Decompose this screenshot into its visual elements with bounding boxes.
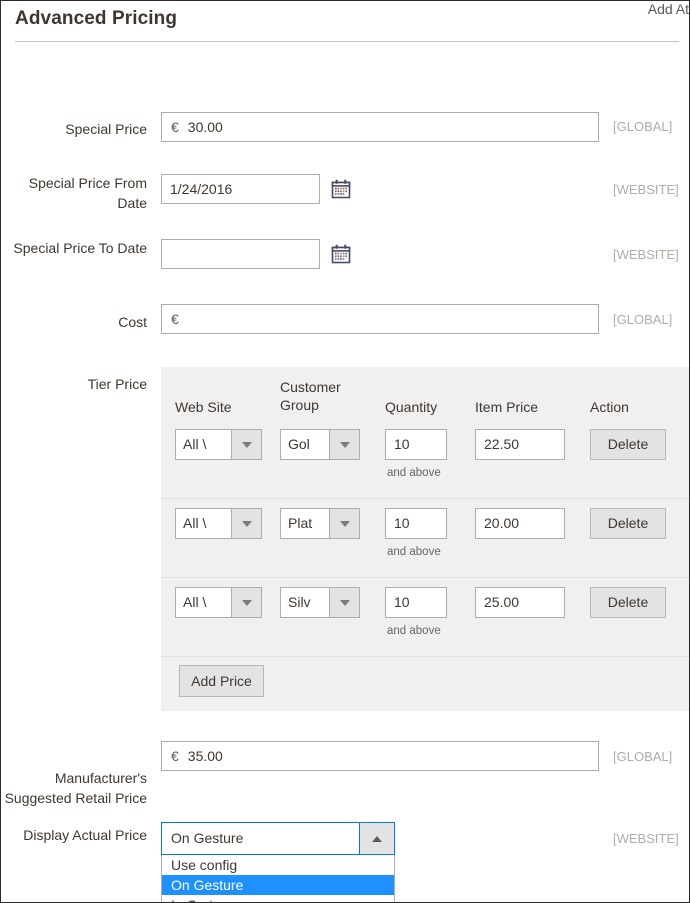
table-row-delete-button[interactable]: Delete [590,508,666,539]
display-actual-price-select[interactable]: On Gesture [161,822,395,855]
table-row-quantity-input[interactable]: 10 [385,429,447,460]
advanced-pricing-page: Advanced Pricing Add At Special Price € … [0,0,690,903]
tier-price-panel: Web Site Customer Group Quantity Item Pr… [161,367,689,711]
display-actual-price-value: On Gesture [171,830,244,846]
msrp-scope: [GLOBAL] [613,749,673,764]
table-row-customer-group-select[interactable]: Gol [280,429,360,460]
quantity-note: and above [387,625,441,637]
tier-column-action: Action [590,399,629,415]
calendar-icon[interactable] [331,179,351,199]
special-price-to-date-label: Special Price To Date [13,240,147,256]
display-actual-price-dropdown[interactable]: On Gesture Use config On Gesture In Cart… [161,822,395,902]
table-row-item-price-input[interactable]: 25.00 [475,587,565,618]
add-price-button[interactable]: Add Price [179,665,264,697]
special-price-value: 30.00 [187,119,223,135]
dropdown-option-on-gesture[interactable]: On Gesture [162,875,394,895]
display-actual-price-options-list[interactable]: Use config On Gesture In Cart Before Ord… [161,855,395,902]
page-header: Advanced Pricing Add At [1,1,689,43]
table-row-delete-button[interactable]: Delete [590,587,666,618]
table-row-website-select[interactable]: All \ [175,587,262,618]
msrp-input[interactable]: € 35.00 [161,741,599,771]
table-row-separator [161,577,689,578]
dropdown-option-in-cart[interactable]: In Cart [162,895,394,902]
calendar-icon[interactable] [331,244,351,264]
customer-group-select-value: Gol [288,436,310,452]
chevron-up-icon[interactable] [359,823,394,854]
currency-symbol: € [171,311,179,327]
tier-column-item-price: Item Price [475,399,539,415]
special-price-input[interactable]: € 30.00 [161,112,599,142]
msrp-value: 35.00 [187,748,223,764]
table-row-website-select[interactable]: All \ [175,429,262,460]
currency-symbol: € [171,748,179,764]
cost-scope: [GLOBAL] [613,312,673,327]
page-title: Advanced Pricing [15,8,178,29]
quantity-note: and above [387,467,441,479]
dropdown-option-use-config[interactable]: Use config [162,855,394,875]
customer-group-select-value: Plat [288,515,313,531]
cost-input[interactable]: € [161,304,599,334]
chevron-down-icon [329,430,359,459]
chevron-down-icon [231,430,261,459]
table-row-separator [161,656,689,657]
display-actual-price-label: Display Actual Price [23,827,147,843]
table-row-customer-group-select[interactable]: Silv [280,587,360,618]
table-row-separator [161,498,689,499]
website-select-value: All \ [183,515,207,531]
customer-group-select-value: Silv [288,594,311,610]
special-price-to-date-scope: [WEBSITE] [613,247,679,262]
table-row-quantity-input[interactable]: 10 [385,508,447,539]
special-price-label: Special Price [65,121,147,137]
chevron-down-icon [329,509,359,538]
tier-price-label: Tier Price [87,376,147,392]
currency-symbol: € [171,119,179,135]
table-row-item-price-input[interactable]: 22.50 [475,429,565,460]
website-select-value: All \ [183,436,207,452]
tier-column-customer-group: Customer Group [280,379,341,413]
special-price-from-date-label: Special Price From Date [28,175,147,211]
tier-column-web-site: Web Site [175,399,232,415]
tier-column-quantity: Quantity [385,399,438,415]
cost-label: Cost [118,314,147,330]
table-row-delete-button[interactable]: Delete [590,429,666,460]
special-price-from-date-scope: [WEBSITE] [613,182,679,197]
special-price-from-date-input[interactable]: 1/24/2016 [161,174,320,204]
special-price-scope: [GLOBAL] [613,119,673,134]
add-attribute-link[interactable]: Add At [648,1,689,17]
display-actual-price-scope: [WEBSITE] [613,831,679,846]
quantity-note: and above [387,546,441,558]
table-row-item-price-input[interactable]: 20.00 [475,508,565,539]
table-row-customer-group-select[interactable]: Plat [280,508,360,539]
table-row-quantity-input[interactable]: 10 [385,587,447,618]
chevron-down-icon [231,509,261,538]
special-price-to-date-input[interactable] [161,239,320,269]
chevron-down-icon [329,588,359,617]
website-select-value: All \ [183,594,207,610]
table-row-website-select[interactable]: All \ [175,508,262,539]
msrp-label: Manufacturer's Suggested Retail Price [4,770,147,806]
header-divider [15,41,679,42]
chevron-down-icon [231,588,261,617]
